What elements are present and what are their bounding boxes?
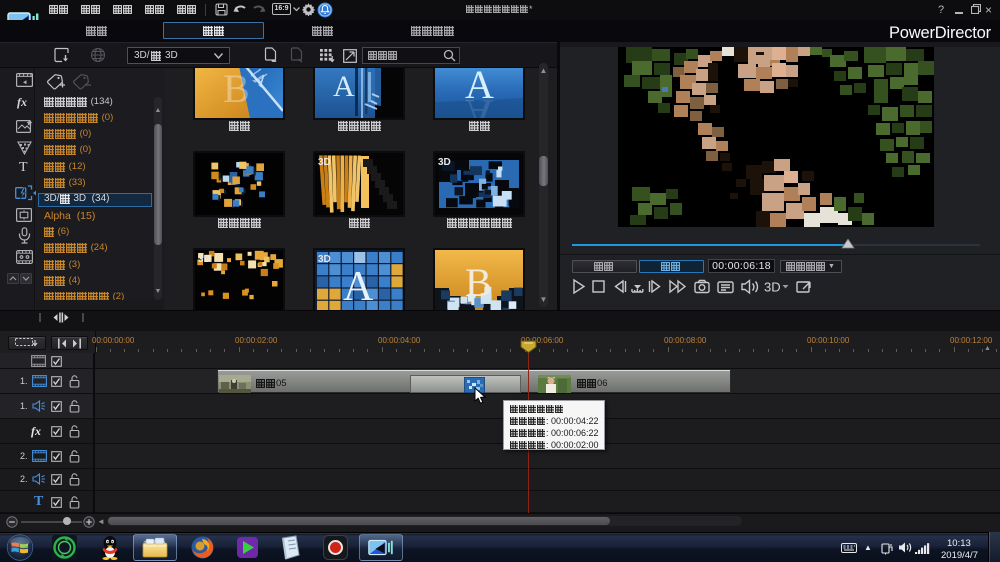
svg-text:3D: 3D [198,254,211,265]
svg-text:3D: 3D [764,280,781,295]
svg-text:B: B [465,260,492,305]
svg-text:B: B [223,68,250,111]
svg-text:3D: 3D [438,157,451,168]
svg-text:A: A [343,264,374,310]
svg-text:A: A [333,70,355,103]
svg-text:3D: 3D [318,254,331,265]
svg-text:3D: 3D [318,157,331,168]
